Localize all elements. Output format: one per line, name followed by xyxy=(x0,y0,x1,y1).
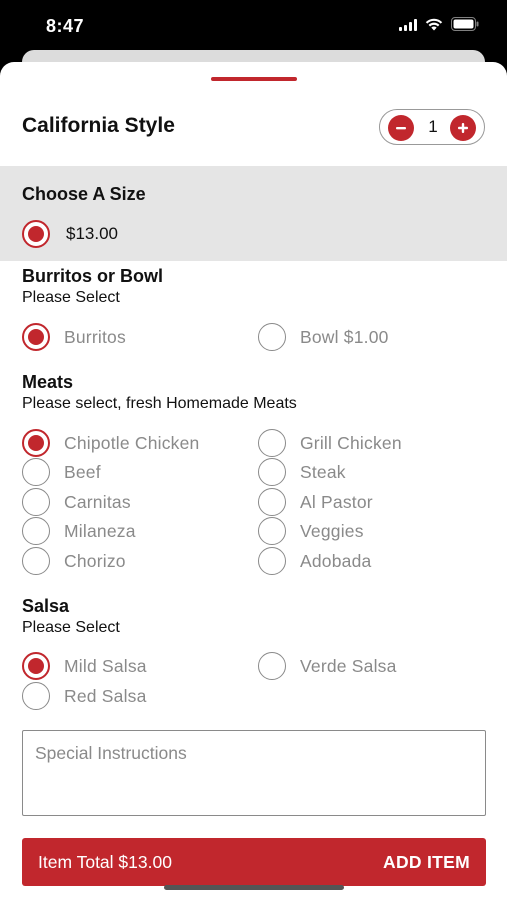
radio-beef[interactable] xyxy=(22,458,50,486)
option-red-salsa[interactable]: Red Salsa xyxy=(22,682,147,710)
option-label: Chorizo xyxy=(64,550,126,571)
special-instructions-input[interactable] xyxy=(22,730,486,816)
option-label: Steak xyxy=(300,461,346,482)
option-chorizo[interactable]: Chorizo xyxy=(22,547,126,575)
status-bar: 8:47 xyxy=(0,0,507,52)
size-option[interactable]: $13.00 xyxy=(22,220,118,248)
option-bowl[interactable]: Bowl $1.00 xyxy=(258,323,389,351)
status-icons xyxy=(399,17,479,36)
option-label: Milaneza xyxy=(64,520,136,541)
radio-mild-salsa[interactable] xyxy=(22,652,50,680)
size-price: $13.00 xyxy=(66,224,118,243)
option-label: Red Salsa xyxy=(64,685,147,706)
option-label: Bowl $1.00 xyxy=(300,326,389,347)
decrease-quantity-button[interactable] xyxy=(388,115,414,141)
radio-veggies[interactable] xyxy=(258,517,286,545)
option-milaneza[interactable]: Milaneza xyxy=(22,517,136,545)
signal-icon xyxy=(399,18,417,36)
quantity-stepper: 1 xyxy=(379,109,485,145)
option-label: Burritos xyxy=(64,326,126,347)
size-section-title: Choose A Size xyxy=(22,184,146,204)
home-indicator xyxy=(164,885,344,890)
radio-bowl[interactable] xyxy=(258,323,286,351)
status-time: 8:47 xyxy=(46,16,85,36)
plus-icon xyxy=(458,123,468,133)
quantity-value: 1 xyxy=(428,117,438,136)
burritos-bowl-title: Burritos or Bowl xyxy=(22,266,164,286)
size-section: Choose A Size $13.00 xyxy=(0,166,507,261)
radio-verde-salsa[interactable] xyxy=(258,652,286,680)
add-item-label: ADD ITEM xyxy=(383,852,470,872)
option-mild-salsa[interactable]: Mild Salsa xyxy=(22,652,147,680)
option-label: Veggies xyxy=(300,520,364,541)
option-chipotle-chicken[interactable]: Chipotle Chicken xyxy=(22,429,200,457)
radio-milaneza[interactable] xyxy=(22,517,50,545)
radio-red-salsa[interactable] xyxy=(22,682,50,710)
option-label: Beef xyxy=(64,461,101,482)
option-adobada[interactable]: Adobada xyxy=(258,547,371,575)
option-label: Grill Chicken xyxy=(300,432,402,453)
radio-chorizo[interactable] xyxy=(22,547,50,575)
sheet-grabber[interactable] xyxy=(211,77,297,81)
item-total-label: Item Total $13.00 xyxy=(38,852,172,872)
option-al-pastor[interactable]: Al Pastor xyxy=(258,488,373,516)
battery-icon xyxy=(451,17,479,36)
radio-carnitas[interactable] xyxy=(22,488,50,516)
option-grill-chicken[interactable]: Grill Chicken xyxy=(258,429,402,457)
option-veggies[interactable]: Veggies xyxy=(258,517,364,545)
option-label: Adobada xyxy=(300,550,372,571)
increase-quantity-button[interactable] xyxy=(450,115,476,141)
minus-icon xyxy=(396,127,406,130)
radio-burritos[interactable] xyxy=(22,323,50,351)
meats-subtitle: Please select, fresh Homemade Meats xyxy=(22,395,297,412)
option-carnitas[interactable]: Carnitas xyxy=(22,488,131,516)
salsa-subtitle: Please Select xyxy=(22,619,120,636)
option-label: Verde Salsa xyxy=(300,655,397,676)
option-verde-salsa[interactable]: Verde Salsa xyxy=(258,652,397,680)
item-sheet: California Style 1 Choose A Size $13.00 … xyxy=(0,62,507,900)
option-label: Al Pastor xyxy=(300,491,373,512)
wifi-icon xyxy=(425,18,443,36)
radio-adobada[interactable] xyxy=(258,547,286,575)
burritos-bowl-subtitle: Please Select xyxy=(22,289,120,306)
option-beef[interactable]: Beef xyxy=(22,458,101,486)
meats-title: Meats xyxy=(22,372,74,392)
add-item-button[interactable]: Item Total $13.00 ADD ITEM xyxy=(22,838,486,886)
option-steak[interactable]: Steak xyxy=(258,458,346,486)
radio-steak[interactable] xyxy=(258,458,286,486)
option-label: Mild Salsa xyxy=(64,655,147,676)
option-label: Carnitas xyxy=(64,491,131,512)
item-title: California Style xyxy=(22,114,175,137)
option-burritos[interactable]: Burritos xyxy=(22,323,126,351)
radio-chipotle-chicken[interactable] xyxy=(22,429,50,457)
salsa-title: Salsa xyxy=(22,596,70,616)
radio-al-pastor[interactable] xyxy=(258,488,286,516)
option-label: Chipotle Chicken xyxy=(64,432,200,453)
size-radio[interactable] xyxy=(22,220,50,248)
radio-grill-chicken[interactable] xyxy=(258,429,286,457)
